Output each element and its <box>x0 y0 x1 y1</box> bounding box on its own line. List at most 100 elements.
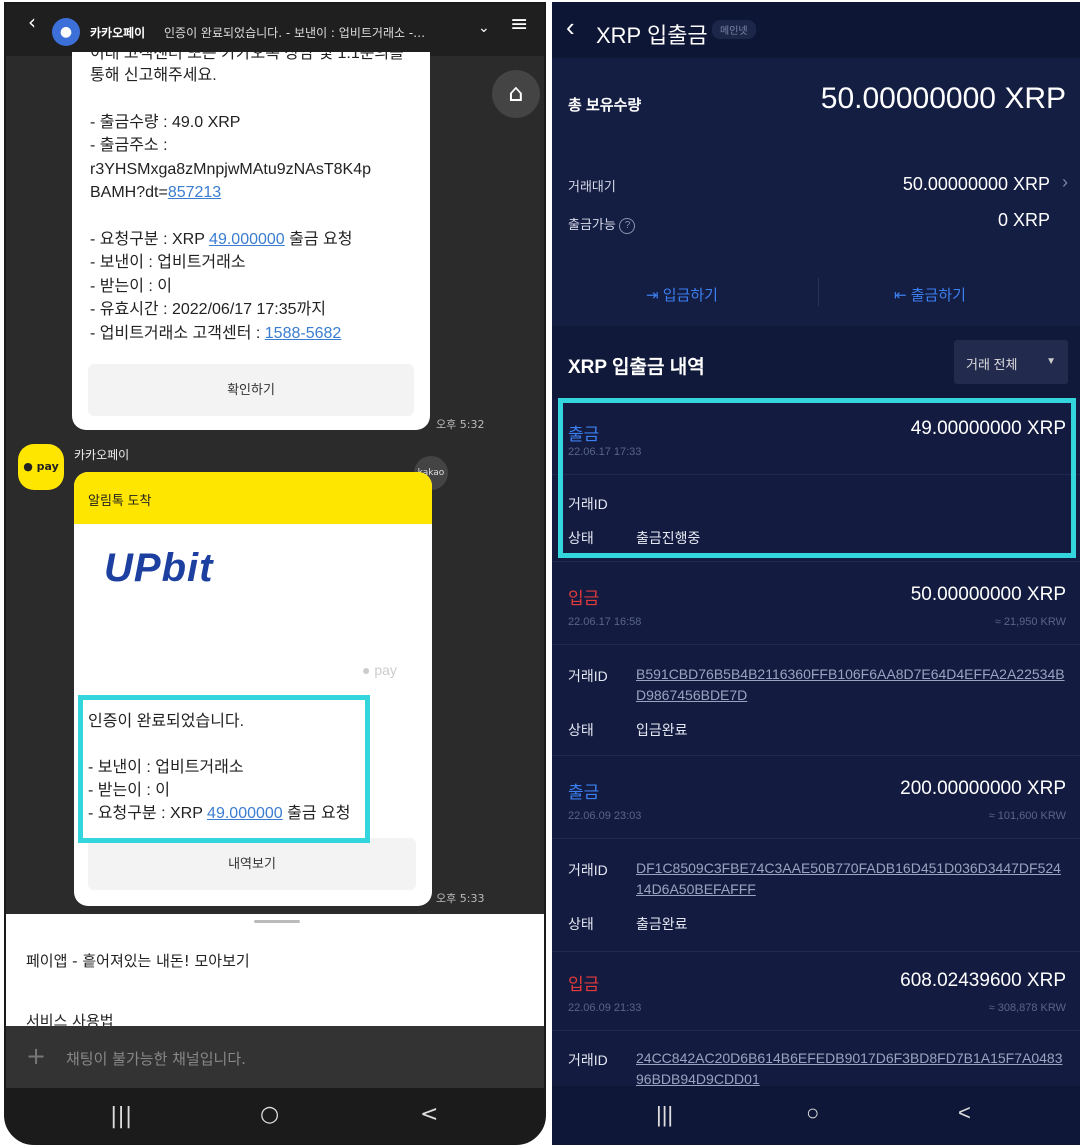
pay-watermark: ● pay <box>362 662 397 678</box>
address-tail-text: BAMH?dt= <box>90 184 168 201</box>
withdrawable-label: 출금가능 <box>568 217 616 232</box>
status-label: 상태 <box>568 722 594 738</box>
txid-label: 거래ID <box>568 668 608 684</box>
withdrawable-label-row: 출금가능 ? <box>568 214 636 234</box>
message-bubble-auth-complete: 알림톡 도착 UPbit ● pay 인증이 완료되었습니다. - 보낸이 : … <box>74 472 432 906</box>
txid-label: 거래ID <box>568 1052 608 1068</box>
menu-item-payapp[interactable]: 페이앱 - 흩어져있는 내돈! 모아보기 <box>26 950 250 971</box>
tx-hash-link[interactable]: DF1C8509C3FBE74C3AAE50B770FADB16D451D036… <box>636 858 1066 900</box>
sender-line: - 보낸이 : 업비트거래소 <box>88 759 244 776</box>
status-label: 상태 <box>568 530 594 546</box>
withdraw-button[interactable]: ⇤ 출금하기 <box>894 284 966 305</box>
destination-tag-link[interactable]: 857213 <box>168 184 221 201</box>
withdrawable-value: 0 XRP <box>997 210 1050 230</box>
page-title: XRP 입출금 <box>596 23 708 48</box>
kakaotalk-chat-icon: ● <box>52 18 80 46</box>
tx-hash-link[interactable]: B591CBD76B5B4B2116360FFB106F6AA8D7E64D4E… <box>636 664 1066 706</box>
tx-hash-link[interactable]: 24CC842AC20D6B614B6EFEDB9017D6F3BD8FD7B1… <box>636 1048 1066 1090</box>
tx-date: 22.06.09 21:33 <box>568 1002 642 1014</box>
tx-status: 출금완료 <box>636 916 688 932</box>
upbit-screen: ‹ XRP 입출금 메인넷 총 보유수량 50.00000000 XRP 거래대… <box>552 2 1080 1145</box>
plus-icon[interactable]: + <box>26 1042 46 1070</box>
home-nav-icon[interactable]: ○ <box>260 1102 279 1127</box>
upbit-logo: UPbit <box>104 546 214 590</box>
menu-icon[interactable]: ≡ <box>510 12 528 37</box>
back-arrow-icon[interactable]: ‹ <box>566 12 575 43</box>
header: ‹ XRP 입출금 메인넷 <box>552 2 1080 58</box>
receiver-line: - 받는이 : 이 <box>88 782 170 799</box>
tx-status: 입금완료 <box>636 722 688 738</box>
recent-apps-icon[interactable]: ||| <box>110 1104 132 1129</box>
notification-bar[interactable]: ‹ ● 카카오페이 인증이 완료되었습니다. - 보낸이 : 업비트거래소 -…… <box>6 4 544 56</box>
recent-apps-icon[interactable]: ||| <box>656 1102 673 1128</box>
tx-type: 출금 <box>568 783 600 802</box>
request-type-suffix: 출금 요청 <box>284 230 353 248</box>
tx-krw: ≈ 101,600 KRW <box>988 810 1066 822</box>
tx-type: 입금 <box>568 589 600 608</box>
back-arrow-icon[interactable]: ‹ <box>28 10 36 34</box>
total-balance-label: 총 보유수량 <box>568 97 642 114</box>
tx-date: 22.06.17 16:58 <box>568 616 642 628</box>
back-nav-icon[interactable]: < <box>420 1102 438 1127</box>
chat-input-bar: + 채팅이 불가능한 채널입니다. <box>6 1026 544 1088</box>
total-balance-value: 50.00000000 XRP <box>820 82 1066 115</box>
help-icon[interactable]: ? <box>619 217 636 234</box>
deposit-button-label: 입금하기 <box>662 287 718 304</box>
kakaotalk-screen: ‹ ● 카카오페이 인증이 완료되었습니다. - 보낸이 : 업비트거래소 -…… <box>4 2 546 1145</box>
pending-label: 거래대기 <box>568 179 616 194</box>
channel-menu-sheet: 페이앱 - 흩어져있는 내돈! 모아보기 서비스 사용법 <box>6 914 544 1030</box>
kakaopay-avatar[interactable]: ● pay <box>18 444 64 490</box>
request-amount-link[interactable]: 49.000000 <box>209 231 285 248</box>
request-type-suffix: 출금 요청 <box>282 805 351 822</box>
network-tag: 메인넷 <box>712 20 756 39</box>
system-nav-bar: ||| ○ < <box>552 1086 1080 1145</box>
status-label: 상태 <box>568 916 594 932</box>
avatar-label: pay <box>36 460 59 473</box>
pay-watermark-text: pay <box>374 662 397 678</box>
auth-complete-line: 인증이 완료되었습니다. <box>88 713 245 730</box>
transaction-row[interactable]: 출금 22.06.17 17:33 49.00000000 XRP 거래ID 상… <box>552 398 1080 562</box>
home-nav-icon[interactable]: ○ <box>806 1100 819 1126</box>
tx-krw: ≈ 21,950 KRW <box>994 616 1066 628</box>
request-type-prefix: - 요청구분 : XRP <box>90 230 210 248</box>
action-buttons: ⇥ 입금하기 ⇤ 출금하기 <box>552 272 1080 320</box>
message-line: 이래 고객센터 또는 카카오톡 상담 및 1:1문의를 <box>90 52 404 62</box>
request-type: - 요청구분 : XRP 49.000000 출금 요청 <box>88 802 418 825</box>
transaction-row[interactable]: 출금 22.06.09 23:03 200.00000000 XRP ≈ 101… <box>552 756 1080 952</box>
message-time: 오후 5:32 <box>436 418 485 431</box>
tx-amount: 49.00000000 XRP <box>910 418 1066 439</box>
filter-dropdown[interactable]: 거래 전체 ▼ <box>954 340 1068 384</box>
tx-type: 출금 <box>568 425 600 444</box>
chevron-down-icon[interactable]: ⌄ <box>478 20 490 36</box>
view-history-button[interactable]: 내역보기 <box>88 838 416 890</box>
notification-app-name: 카카오페이 <box>90 26 146 40</box>
request-amount-link[interactable]: 49.000000 <box>207 805 283 822</box>
divider <box>552 644 1080 645</box>
transaction-row[interactable]: 입금 22.06.09 21:33 608.02439600 XRP ≈ 308… <box>552 952 1080 1092</box>
history-title: XRP 입출금 내역 <box>568 357 705 378</box>
chevron-right-icon[interactable]: › <box>1062 172 1068 193</box>
withdraw-button-label: 출금하기 <box>910 287 966 304</box>
filter-selected: 거래 전체 <box>966 357 1018 372</box>
customer-center-phone-link[interactable]: 1588-5682 <box>265 325 342 342</box>
transaction-row[interactable]: 입금 22.06.17 16:58 50.00000000 XRP ≈ 21,9… <box>552 562 1080 756</box>
notification-message: 인증이 완료되었습니다. - 보낸이 : 업비트거래소 -… <box>164 26 426 40</box>
deposit-button[interactable]: ⇥ 입금하기 <box>646 284 718 305</box>
tx-date: 22.06.09 23:03 <box>568 810 642 822</box>
confirm-button[interactable]: 확인하기 <box>88 364 414 416</box>
tx-krw: ≈ 308,878 KRW <box>988 1002 1066 1014</box>
tx-amount: 50.00000000 XRP <box>910 584 1066 605</box>
receiver-line: - 받는이 : 이 <box>90 277 172 295</box>
withdraw-address-tail: BAMH?dt=857213 <box>90 181 420 205</box>
withdraw-amount: - 출금수량 : 49.0 XRP <box>90 113 241 131</box>
caret-down-icon: ▼ <box>1046 356 1056 367</box>
back-nav-icon[interactable]: < <box>958 1100 971 1126</box>
customer-center-line: - 업비트거래소 고객센터 : 1588-5682 <box>90 322 420 346</box>
sheet-handle[interactable] <box>254 920 300 923</box>
tx-type: 입금 <box>568 975 600 994</box>
system-nav-bar: ||| ○ < <box>6 1088 544 1143</box>
tx-date: 22.06.17 17:33 <box>568 446 642 458</box>
pending-value[interactable]: 50.00000000 XRP <box>903 174 1050 195</box>
home-icon[interactable]: ⌂ <box>492 70 540 118</box>
tx-status: 출금진행중 <box>636 530 701 546</box>
